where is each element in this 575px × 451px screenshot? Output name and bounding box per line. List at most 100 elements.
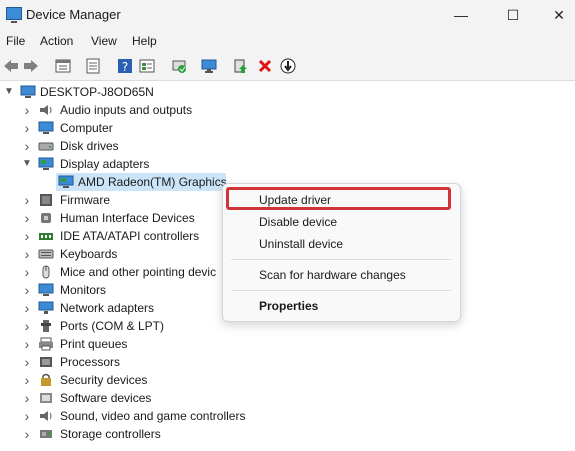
- tree-category-print-queues[interactable]: › Print queues: [0, 335, 260, 353]
- tree-category-ide-ata-atapi-controllers[interactable]: › IDE ATA/ATAPI controllers: [0, 227, 260, 245]
- tree-category-label: Display adapters: [60, 157, 150, 171]
- chevron-right-icon[interactable]: ›: [22, 209, 32, 227]
- tree-category-label: Audio inputs and outputs: [60, 103, 193, 117]
- tree-category-monitors[interactable]: › Monitors: [0, 281, 260, 299]
- tree-category-firmware[interactable]: › Firmware: [0, 191, 260, 209]
- tree-category-label: Storage controllers: [60, 427, 161, 441]
- tree-category-software-devices[interactable]: › Software devices: [0, 389, 260, 407]
- chevron-right-icon[interactable]: ›: [22, 353, 32, 371]
- storage-icon: [38, 427, 54, 441]
- sound-icon: [38, 409, 54, 423]
- chevron-right-icon[interactable]: ›: [22, 425, 32, 443]
- disable-icon[interactable]: [279, 57, 297, 75]
- menu-properties[interactable]: Properties: [259, 299, 318, 313]
- printer-icon: [38, 337, 54, 351]
- chevron-right-icon[interactable]: ›: [22, 317, 32, 335]
- tree-category-processors[interactable]: › Processors: [0, 353, 260, 371]
- tree-category-label: Sound, video and game controllers: [60, 409, 246, 423]
- menu-scan-hardware[interactable]: Scan for hardware changes: [259, 268, 406, 282]
- chevron-right-icon[interactable]: ›: [22, 299, 32, 317]
- display-adapter-icon: [58, 175, 74, 189]
- port-icon: [38, 319, 54, 333]
- monitor-icon[interactable]: [200, 57, 218, 75]
- maximize-icon: ☐: [506, 6, 520, 23]
- tree-category-label: Mice and other pointing devic: [60, 265, 217, 279]
- tree-category-human-interface-devices[interactable]: › Human Interface Devices: [0, 209, 260, 227]
- menu-update-driver[interactable]: Update driver: [259, 193, 331, 207]
- help-icon[interactable]: ?: [116, 57, 134, 75]
- tree-category-label: Security devices: [60, 373, 148, 387]
- scan-hardware-icon[interactable]: [170, 57, 188, 75]
- chevron-right-icon[interactable]: ›: [22, 119, 32, 137]
- update-driver-icon[interactable]: [232, 57, 250, 75]
- chevron-right-icon[interactable]: ›: [22, 101, 32, 119]
- device-label: AMD Radeon(TM) Graphics: [78, 175, 227, 189]
- tree-category-label: Ports (COM & LPT): [60, 319, 165, 333]
- close-button[interactable]: ✕: [536, 0, 575, 30]
- menu-uninstall-device[interactable]: Uninstall device: [259, 237, 343, 251]
- computer-icon: [38, 121, 54, 135]
- tree-category-security-devices[interactable]: › Security devices: [0, 371, 260, 389]
- mouse-icon: [38, 265, 54, 279]
- chevron-right-icon[interactable]: ›: [22, 389, 32, 407]
- tree-category-label: Human Interface Devices: [60, 211, 195, 225]
- tree-category-computer[interactable]: › Computer: [0, 119, 260, 137]
- menu-separator: [231, 290, 451, 291]
- security-icon: [38, 373, 54, 387]
- tree-category-display-adapters[interactable]: ▼ Display adapters: [0, 155, 260, 173]
- forward-icon[interactable]: [22, 57, 40, 75]
- uninstall-icon[interactable]: [256, 57, 274, 75]
- close-icon: ✕: [553, 6, 565, 23]
- tree-category-sound-video-and-game-controllers[interactable]: › Sound, video and game controllers: [0, 407, 260, 425]
- tree-category-label: Monitors: [60, 283, 107, 297]
- properties-sheet-icon[interactable]: [54, 57, 72, 75]
- back-icon[interactable]: [2, 57, 20, 75]
- chevron-right-icon[interactable]: ›: [22, 263, 32, 281]
- tree-category-network-adapters[interactable]: › Network adapters: [0, 299, 260, 317]
- firmware-icon: [38, 193, 54, 207]
- chevron-right-icon[interactable]: ›: [22, 191, 32, 209]
- network-icon: [38, 301, 54, 315]
- tree-category-label: IDE ATA/ATAPI controllers: [60, 229, 200, 243]
- tree-category-label: Network adapters: [60, 301, 155, 315]
- tree-category-label: Firmware: [60, 193, 110, 207]
- chevron-down-icon[interactable]: ▼: [4, 83, 14, 101]
- tree-category-ports-com-lpt[interactable]: › Ports (COM & LPT): [0, 317, 260, 335]
- tree-category-label: Software devices: [60, 391, 152, 405]
- chevron-right-icon[interactable]: ›: [22, 335, 32, 353]
- title-bar: Device Manager — ☐ ✕: [0, 0, 575, 30]
- chevron-right-icon[interactable]: ›: [22, 371, 32, 389]
- menu-file[interactable]: File: [6, 34, 25, 48]
- tree-root[interactable]: ▼ DESKTOP-J8OD65N: [0, 83, 260, 101]
- tree-category-mice-and-other-pointing-devic[interactable]: › Mice and other pointing devic: [0, 263, 260, 281]
- hid-icon: [38, 211, 54, 225]
- tree-category-label: Disk drives: [60, 139, 119, 153]
- chevron-right-icon[interactable]: ›: [22, 137, 32, 155]
- chevron-down-icon[interactable]: ▼: [22, 155, 32, 173]
- chevron-right-icon[interactable]: ›: [22, 407, 32, 425]
- ide-icon: [38, 229, 54, 243]
- keyboard-icon: [38, 247, 54, 261]
- tree-category-keyboards[interactable]: › Keyboards: [0, 245, 260, 263]
- tree-category-label: Processors: [60, 355, 121, 369]
- processor-icon: [38, 355, 54, 369]
- tree-category-disk-drives[interactable]: › Disk drives: [0, 137, 260, 155]
- menu-view[interactable]: View: [91, 34, 117, 48]
- tree-category-storage-controllers[interactable]: › Storage controllers: [0, 425, 260, 443]
- chevron-right-icon[interactable]: ›: [22, 281, 32, 299]
- tree-device-selected[interactable]: AMD Radeon(TM) Graphics: [56, 173, 227, 191]
- menu-action[interactable]: Action: [40, 34, 73, 48]
- maximize-button[interactable]: ☐: [490, 0, 536, 30]
- tree-category-label: Print queues: [60, 337, 128, 351]
- chevron-right-icon[interactable]: ›: [22, 245, 32, 263]
- chevron-right-icon[interactable]: ›: [22, 227, 32, 245]
- minimize-button[interactable]: —: [438, 0, 484, 30]
- resource-view-icon[interactable]: [138, 57, 156, 75]
- speaker-icon: [38, 103, 54, 117]
- display-adapter-icon: [38, 157, 54, 171]
- tree-category-label: Computer: [60, 121, 113, 135]
- show-hidden-icon[interactable]: [84, 57, 102, 75]
- menu-disable-device[interactable]: Disable device: [259, 215, 337, 229]
- menu-help[interactable]: Help: [132, 34, 157, 48]
- tree-category-audio-inputs-and-outputs[interactable]: › Audio inputs and outputs: [0, 101, 260, 119]
